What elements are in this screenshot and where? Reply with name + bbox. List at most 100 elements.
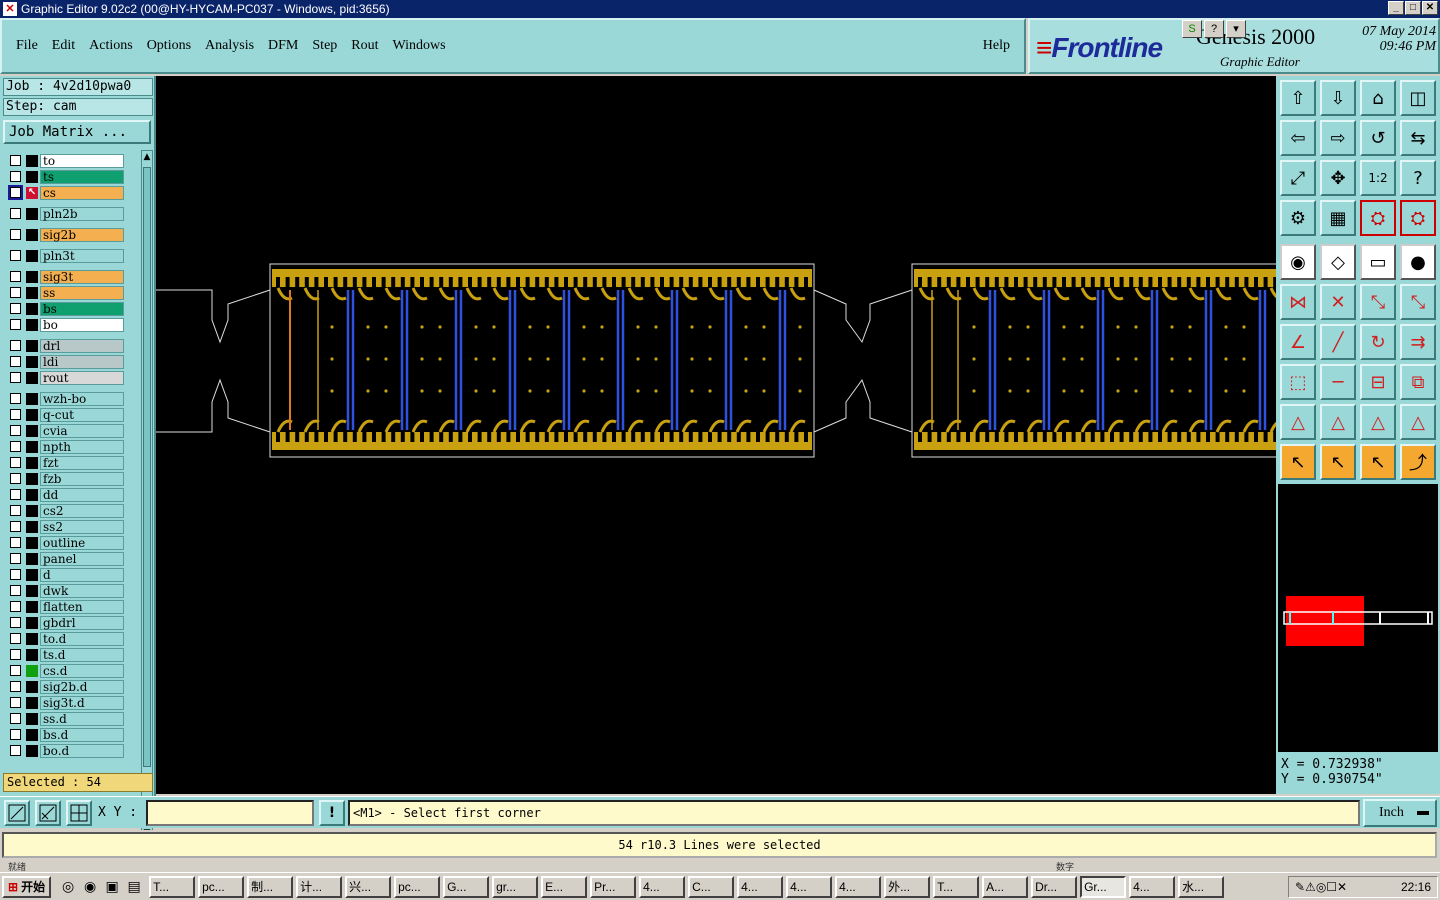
layer-row[interactable]: wzh-bo (4, 392, 126, 406)
layer-checkbox[interactable] (10, 681, 21, 692)
taskbar-item[interactable]: Pr... (590, 875, 637, 898)
layer-row[interactable]: dd (4, 488, 126, 502)
quick-launch-icon[interactable]: ▤ (125, 878, 143, 896)
layer-row[interactable]: cs.d (4, 664, 126, 678)
zoom-bottom-icon[interactable]: ⇩ (1320, 80, 1356, 116)
layer-checkbox[interactable] (10, 441, 21, 452)
layer-checkbox[interactable] (10, 521, 21, 532)
layer-checkbox[interactable] (10, 319, 21, 330)
layer-row[interactable]: sig3t (4, 270, 126, 284)
help-icon[interactable]: ? (1400, 160, 1436, 196)
layer-name[interactable]: ss2 (40, 520, 124, 534)
taskbar-item[interactable]: 4... (835, 875, 882, 898)
taskbar-item[interactable]: T... (933, 875, 980, 898)
taskbar-item[interactable]: 制... (247, 875, 294, 898)
layer-checkbox[interactable] (10, 745, 21, 756)
layer-checkbox[interactable] (10, 356, 21, 367)
layer-checkbox[interactable] (10, 569, 21, 580)
taskbar-item[interactable]: 4... (786, 875, 833, 898)
layer-name[interactable]: ts (40, 170, 124, 184)
layer-checkbox[interactable] (10, 250, 21, 261)
layer-name[interactable]: to.d (40, 632, 124, 646)
app-s-icon[interactable]: S (1182, 20, 1202, 38)
layer-checkbox[interactable] (10, 489, 21, 500)
layer-name[interactable]: ts.d (40, 648, 124, 662)
snap-icon[interactable] (4, 800, 30, 826)
cross-icon[interactable]: ✕ (1320, 284, 1356, 320)
ruler-icon[interactable]: ▭ (1360, 244, 1396, 280)
layer-checkbox[interactable] (10, 271, 21, 282)
pad-select-icon[interactable]: ⬚ (1280, 364, 1316, 400)
layer-checkbox[interactable] (10, 393, 21, 404)
minus-icon[interactable]: ─ (1320, 364, 1356, 400)
start-button[interactable]: ⊞ 开始 (2, 875, 52, 898)
move-icon[interactable]: ⤴ (1400, 444, 1436, 480)
slash-icon[interactable]: ╱ (1320, 324, 1356, 360)
taskbar-item[interactable]: 4... (1129, 875, 1176, 898)
layer-row[interactable]: rout (4, 371, 126, 385)
layer-checkbox[interactable] (10, 409, 21, 420)
layer-checkbox[interactable] (10, 553, 21, 564)
layer-name[interactable]: d (40, 568, 124, 582)
triangle-icon[interactable]: △ (1360, 404, 1396, 440)
zoom-top-icon[interactable]: ⇧ (1280, 80, 1316, 116)
layer-name[interactable]: cs (40, 186, 124, 200)
grid-icon[interactable]: ▦ (1320, 200, 1356, 236)
taskbar-item[interactable]: 计... (296, 875, 343, 898)
menu-actions[interactable]: Actions (89, 38, 133, 54)
help-question-icon[interactable]: ? (1204, 20, 1224, 38)
dropdown-icon[interactable]: ▾ (1226, 20, 1246, 38)
layer-row[interactable]: ↖ cs (4, 185, 126, 200)
layer-name[interactable]: ss (40, 286, 124, 300)
layer-name[interactable]: to (40, 154, 124, 168)
menu-windows[interactable]: Windows (393, 38, 446, 54)
pcb-drawing[interactable] (156, 76, 1276, 794)
undo-icon[interactable]: ↺ (1360, 120, 1396, 156)
layer-row[interactable]: gbdrl (4, 616, 126, 630)
layer-row[interactable]: to.d (4, 632, 126, 646)
layer-checkbox[interactable] (10, 372, 21, 383)
menu-analysis[interactable]: Analysis (205, 38, 254, 54)
layer-checkbox[interactable] (10, 601, 21, 612)
layer-row[interactable]: panel (4, 552, 126, 566)
tray-icons[interactable]: ✎⚠◎☐✕ (1295, 880, 1347, 894)
layer-scrollbar[interactable]: ▲ ▼ (141, 150, 153, 842)
taskbar-item[interactable]: E... (541, 875, 588, 898)
layer-name[interactable]: q-cut (40, 408, 124, 422)
layer-checkbox[interactable] (10, 155, 21, 166)
unit-select[interactable]: Inch (1363, 799, 1437, 827)
window-icon[interactable]: ◫ (1400, 80, 1436, 116)
layer-row[interactable]: sig3t.d (4, 696, 126, 710)
layer-name[interactable]: panel (40, 552, 124, 566)
layer-checkbox[interactable] (10, 208, 21, 219)
job-matrix-button[interactable]: Job Matrix ... (3, 120, 151, 144)
layer-checkbox[interactable] (8, 185, 23, 200)
settings-icon[interactable]: ⚙ (1280, 200, 1316, 236)
layer-row[interactable]: sig2b (4, 228, 126, 242)
layer-name[interactable]: ldi (40, 355, 124, 369)
triangle-icon[interactable]: △ (1400, 404, 1436, 440)
quick-launch-icon[interactable]: ◉ (81, 878, 99, 896)
pan-right-icon[interactable]: ⇨ (1320, 120, 1356, 156)
layer-name[interactable]: flatten (40, 600, 124, 614)
layer-name[interactable]: sig2b.d (40, 680, 124, 694)
line-icon[interactable]: ⤡ (1400, 284, 1436, 320)
minimize-button[interactable]: _ (1388, 1, 1404, 15)
layer-checkbox[interactable] (10, 229, 21, 240)
measure-icon[interactable] (35, 800, 61, 826)
menu-help[interactable]: Help (983, 38, 1010, 54)
layer-row[interactable]: cs2 (4, 504, 126, 518)
layer-name[interactable]: bs.d (40, 728, 124, 742)
layer-row[interactable]: bo (4, 318, 126, 332)
layer-checkbox[interactable] (10, 505, 21, 516)
layer-name[interactable]: bo (40, 318, 124, 332)
layer-name[interactable]: wzh-bo (40, 392, 124, 406)
layer-name[interactable]: pln2b (40, 207, 124, 221)
xy-input[interactable] (146, 800, 314, 826)
align-icon[interactable]: ⇉ (1400, 324, 1436, 360)
taskbar-item[interactable]: Gr... (1080, 875, 1127, 898)
menu-rout[interactable]: Rout (351, 38, 378, 54)
layer-row[interactable]: drl (4, 339, 126, 353)
taskbar-item[interactable]: Dr... (1031, 875, 1078, 898)
swap-icon[interactable]: ⇆ (1400, 120, 1436, 156)
